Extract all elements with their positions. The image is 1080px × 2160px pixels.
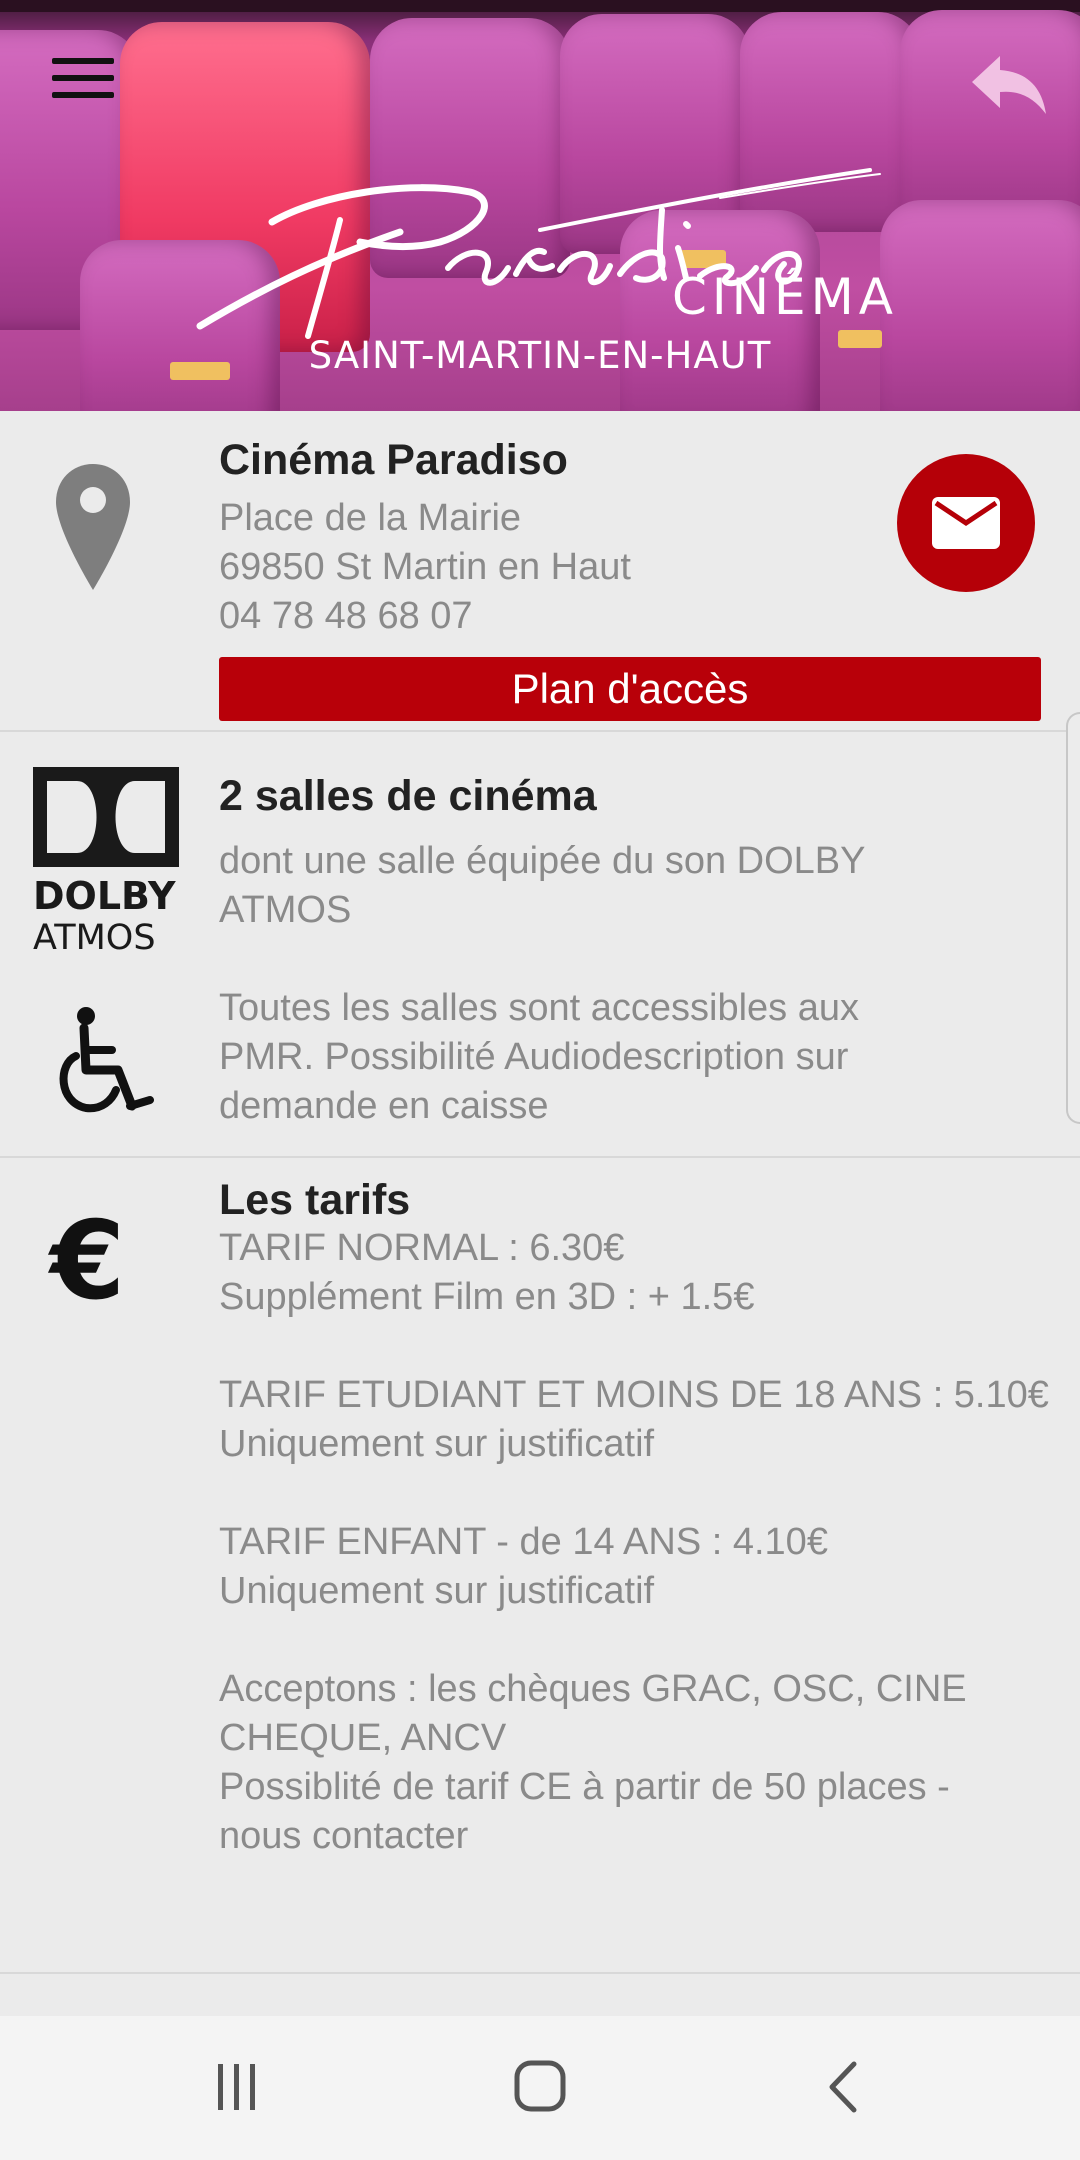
tarif-line: Uniquement sur justificatif	[219, 1423, 655, 1465]
recent-apps-icon[interactable]	[212, 2062, 262, 2112]
map-access-button[interactable]: Plan d'accès	[219, 657, 1041, 721]
tarif-line: TARIF ENFANT - de 14 ANS : 4.10€	[219, 1521, 828, 1563]
rooms-desc-line-2: ATMOS	[219, 889, 352, 931]
hamburger-menu-icon	[52, 75, 114, 81]
home-icon[interactable]	[514, 2060, 566, 2112]
map-pin-icon	[54, 462, 132, 597]
phone-number[interactable]: 04 78 48 68 07	[219, 592, 473, 641]
section-divider	[0, 730, 1080, 732]
tarif-line: Acceptons : les chèques GRAC, OSC, CINE	[219, 1668, 967, 1710]
dolby-atmos-logo: DOLBY ATMOS	[33, 767, 183, 960]
accessibility-line-3: demande en caisse	[219, 1085, 549, 1127]
logo-cinema-word: CINÉMA	[672, 268, 898, 326]
rooms-desc-line-1: dont une salle équipée du son DOLBY	[219, 840, 866, 882]
tarif-line: Uniquement sur justificatif	[219, 1570, 655, 1612]
rooms-title: 2 salles de cinéma	[219, 772, 597, 820]
tarif-line: nous contacter	[219, 1815, 469, 1857]
atmos-word: ATMOS	[33, 918, 156, 958]
tarif-line: CHEQUE, ANCV	[219, 1717, 507, 1759]
status-strip	[0, 0, 1080, 12]
section-divider	[0, 1972, 1080, 1974]
back-chevron-icon[interactable]	[822, 2060, 862, 2114]
address-line-1: Place de la Mairie	[219, 497, 522, 539]
tarifs-title: Les tarifs	[219, 1176, 411, 1224]
app-screen: CINÉMA SAINT-MARTIN-EN-HAUT Cinéma Parad…	[0, 0, 1080, 2160]
seat-decoration	[900, 10, 1080, 230]
wheelchair-icon	[56, 1006, 154, 1123]
side-drawer-handle[interactable]	[1066, 712, 1080, 1124]
tarif-line: Possiblité de tarif CE à partir de 50 pl…	[219, 1766, 950, 1808]
accessibility-line-1: Toutes les salles sont accessibles aux	[219, 987, 859, 1029]
logo-town: SAINT-MARTIN-EN-HAUT	[308, 334, 772, 377]
address-line-2: 69850 St Martin en Haut	[219, 546, 631, 588]
tarif-line: TARIF NORMAL : 6.30€	[219, 1227, 625, 1269]
email-button[interactable]	[897, 454, 1035, 592]
cinema-name: Cinéma Paradiso	[219, 436, 568, 484]
accessibility-line-2: PMR. Possibilité Audiodescription sur	[219, 1036, 849, 1078]
mail-icon	[932, 497, 1000, 549]
tarif-line: Supplément Film en 3D : + 1.5€	[219, 1276, 755, 1318]
tarif-line: TARIF ETUDIANT ET MOINS DE 18 ANS : 5.10…	[219, 1374, 1049, 1416]
header-banner: CINÉMA SAINT-MARTIN-EN-HAUT	[0, 0, 1080, 411]
euro-icon: €	[50, 1199, 126, 1324]
menu-button[interactable]	[52, 58, 114, 104]
system-nav-bar	[0, 2016, 1080, 2160]
hamburger-menu-icon	[52, 58, 114, 64]
hamburger-menu-icon	[52, 92, 114, 98]
section-divider	[0, 1156, 1080, 1158]
dolby-word: DOLBY	[33, 874, 176, 918]
reply-arrow-icon[interactable]	[970, 52, 1048, 118]
